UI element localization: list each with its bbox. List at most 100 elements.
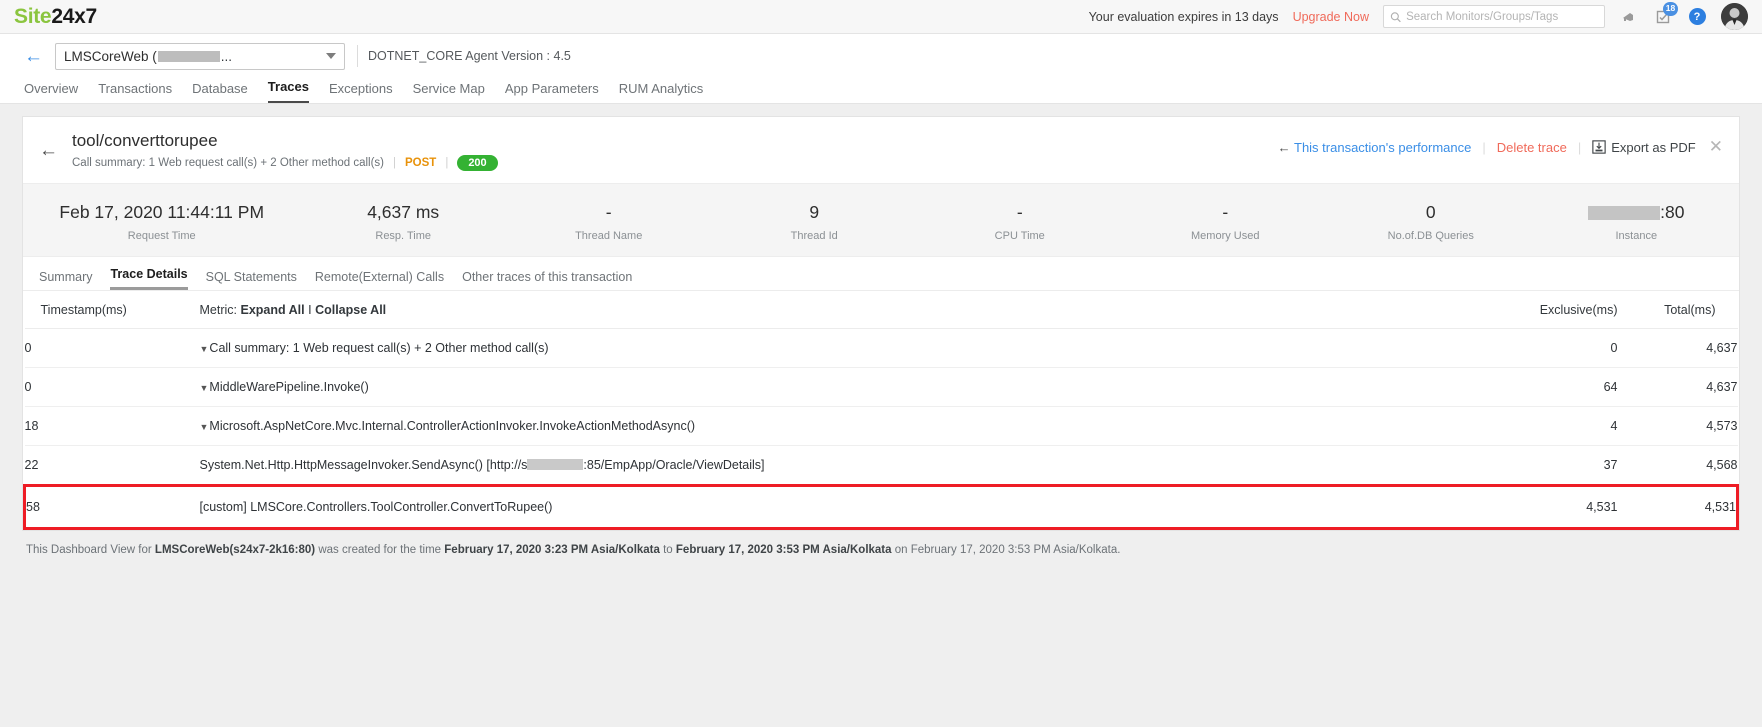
metric-label: Metric: bbox=[200, 303, 238, 317]
trace-details-table: Timestamp(ms) Metric: Expand All I Colla… bbox=[23, 291, 1739, 530]
footer-prefix: This Dashboard View for bbox=[26, 544, 152, 556]
table-body: 0▼Call summary: 1 Web request call(s) + … bbox=[25, 329, 1738, 529]
metrics-summary: Feb 17, 2020 11:44:11 PMRequest Time4,63… bbox=[23, 184, 1739, 257]
metric-text: Call summary: 1 Web request call(s) + 2 … bbox=[209, 341, 548, 355]
caret-down-icon[interactable]: ▼ bbox=[200, 344, 209, 354]
evaluation-notice: Your evaluation expires in 13 days bbox=[1089, 10, 1279, 24]
top-bar-right: Your evaluation expires in 13 days Upgra… bbox=[1089, 0, 1748, 33]
detail-tab-sql-statements[interactable]: SQL Statements bbox=[206, 270, 297, 290]
cell-metric: System.Net.Http.HttpMessageInvoker.SendA… bbox=[200, 446, 1468, 486]
metric-instance: :80Instance bbox=[1534, 202, 1740, 242]
table-row[interactable]: 0▼Call summary: 1 Web request call(s) + … bbox=[25, 329, 1738, 368]
caret-down-icon[interactable]: ▼ bbox=[200, 422, 209, 432]
close-icon[interactable]: ✕ bbox=[1709, 137, 1723, 157]
metric-text: Microsoft.AspNetCore.Mvc.Internal.Contro… bbox=[209, 419, 695, 433]
nav-tab-app-parameters[interactable]: App Parameters bbox=[505, 81, 599, 103]
metric-no-of-db-queries: 0No.of.DB Queries bbox=[1328, 202, 1534, 242]
cell-total-ms: 4,531 bbox=[1618, 486, 1738, 529]
cell-timestamp: 0 bbox=[25, 329, 200, 368]
footer-created-time: February 17, 2020 3:53 PM Asia/Kolkata. bbox=[911, 544, 1121, 556]
status-badge: 200 bbox=[457, 155, 497, 171]
announcement-bell-icon[interactable] bbox=[1619, 7, 1639, 27]
metric-request-time: Feb 17, 2020 11:44:11 PMRequest Time bbox=[23, 202, 300, 242]
monitor-selector-dropdown[interactable]: LMSCoreWeb (... bbox=[55, 43, 345, 70]
divider: | bbox=[1578, 140, 1581, 155]
cell-metric: ▼Microsoft.AspNetCore.Mvc.Internal.Contr… bbox=[200, 407, 1468, 446]
header-divider: I bbox=[308, 303, 311, 317]
metric-text: [custom] LMSCore.Controllers.ToolControl… bbox=[200, 500, 553, 514]
transaction-performance-link[interactable]: ← This transaction's performance bbox=[1278, 140, 1472, 155]
footer-from-time: February 17, 2020 3:23 PM Asia/Kolkata bbox=[444, 544, 660, 556]
table-row[interactable]: 18▼Microsoft.AspNetCore.Mvc.Internal.Con… bbox=[25, 407, 1738, 446]
nav-tab-database[interactable]: Database bbox=[192, 81, 248, 103]
delete-trace-button[interactable]: Delete trace bbox=[1497, 140, 1567, 155]
expand-all-button[interactable]: Expand All bbox=[240, 303, 304, 317]
dashboard-footer-note: This Dashboard View for LMSCoreWeb(s24x7… bbox=[22, 531, 1740, 556]
nav-tab-transactions[interactable]: Transactions bbox=[98, 81, 172, 103]
search-box[interactable] bbox=[1383, 5, 1605, 28]
nav-tab-traces[interactable]: Traces bbox=[268, 79, 309, 103]
export-pdf-button[interactable]: Export as PDF bbox=[1592, 140, 1696, 155]
nav-tab-service-map[interactable]: Service Map bbox=[413, 81, 485, 103]
table-row[interactable]: 0▼MiddleWarePipeline.Invoke()644,637 bbox=[25, 368, 1738, 407]
avatar[interactable] bbox=[1721, 3, 1748, 30]
search-input[interactable] bbox=[1406, 11, 1598, 23]
export-pdf-icon bbox=[1592, 140, 1606, 154]
detail-tab-other-traces-of-this-transaction[interactable]: Other traces of this transaction bbox=[462, 270, 632, 290]
column-header-total: Total(ms) bbox=[1618, 291, 1738, 329]
footer-to-time: February 17, 2020 3:53 PM Asia/Kolkata bbox=[676, 544, 892, 556]
cell-timestamp: 58 bbox=[25, 486, 200, 529]
cell-exclusive-ms: 64 bbox=[1468, 368, 1618, 407]
detail-tab-summary[interactable]: Summary bbox=[39, 270, 92, 290]
trace-title-block: tool/converttorupee Call summary: 1 Web … bbox=[72, 131, 498, 171]
main-nav-tabs: Overview Transactions Database Traces Except… bbox=[0, 70, 1762, 104]
trace-actions: ← This transaction's performance | Delet… bbox=[1278, 131, 1723, 157]
divider: | bbox=[445, 157, 448, 169]
help-glyph: ? bbox=[1689, 8, 1706, 25]
column-header-exclusive: Exclusive(ms) bbox=[1468, 291, 1618, 329]
agent-version-label: DOTNET_CORE Agent Version : 4.5 bbox=[357, 45, 571, 67]
cell-metric: ▼MiddleWarePipeline.Invoke() bbox=[200, 368, 1468, 407]
divider: | bbox=[1482, 140, 1485, 155]
detail-tab-trace-details[interactable]: Trace Details bbox=[110, 267, 187, 290]
caret-down-icon[interactable]: ▼ bbox=[200, 383, 209, 393]
metric-value-text: :80 bbox=[1660, 202, 1684, 222]
metric-cpu-time: -CPU Time bbox=[917, 202, 1123, 242]
table-header-row: Timestamp(ms) Metric: Expand All I Colla… bbox=[25, 291, 1738, 329]
site24x7-logo[interactable]: Site24x7 bbox=[14, 5, 97, 29]
detail-tab-remote-external-calls[interactable]: Remote(External) Calls bbox=[315, 270, 444, 290]
metric-thread-id: 9Thread Id bbox=[711, 202, 917, 242]
metric-thread-name: -Thread Name bbox=[506, 202, 712, 242]
notifications-icon[interactable]: 18 bbox=[1653, 7, 1673, 27]
metric-memory-used: -Memory Used bbox=[1123, 202, 1329, 242]
help-icon[interactable]: ? bbox=[1687, 7, 1707, 27]
metric-label: CPU Time bbox=[917, 230, 1123, 242]
footer-monitor-name: LMSCoreWeb(s24x7-2k16:80) bbox=[155, 544, 315, 556]
cell-exclusive-ms: 4 bbox=[1468, 407, 1618, 446]
metric-label: Request Time bbox=[23, 230, 300, 242]
trace-subtitle: Call summary: 1 Web request call(s) + 2 … bbox=[72, 155, 498, 171]
collapse-all-button[interactable]: Collapse All bbox=[315, 303, 386, 317]
page-body: ← tool/converttorupee Call summary: 1 We… bbox=[0, 104, 1762, 727]
nav-tab-rum-analytics[interactable]: RUM Analytics bbox=[619, 81, 704, 103]
divider: | bbox=[393, 157, 396, 169]
back-arrow-icon[interactable]: ← bbox=[24, 47, 43, 66]
nav-tab-overview[interactable]: Overview bbox=[24, 81, 78, 103]
table-row[interactable]: 22System.Net.Http.HttpMessageInvoker.Sen… bbox=[25, 446, 1738, 486]
table-row[interactable]: 58[custom] LMSCore.Controllers.ToolContr… bbox=[25, 486, 1738, 529]
cell-total-ms: 4,637 bbox=[1618, 368, 1738, 407]
monitor-bar: ← LMSCoreWeb (... DOTNET_CORE Agent Vers… bbox=[0, 34, 1762, 70]
trace-back-arrow-icon[interactable]: ← bbox=[39, 141, 58, 160]
export-pdf-label: Export as PDF bbox=[1611, 140, 1696, 155]
upgrade-now-link[interactable]: Upgrade Now bbox=[1293, 10, 1369, 24]
http-method-label: POST bbox=[405, 157, 436, 169]
metric-value: - bbox=[506, 202, 712, 223]
metric-label: Thread Id bbox=[711, 230, 917, 242]
redacted-host bbox=[527, 459, 583, 470]
metric-text-prefix: System.Net.Http.HttpMessageInvoker.SendA… bbox=[200, 458, 528, 472]
redacted-monitor-host bbox=[158, 51, 220, 62]
cell-exclusive-ms: 0 bbox=[1468, 329, 1618, 368]
transaction-performance-label: This transaction's performance bbox=[1294, 140, 1471, 155]
nav-tab-exceptions[interactable]: Exceptions bbox=[329, 81, 393, 103]
cell-total-ms: 4,637 bbox=[1618, 329, 1738, 368]
